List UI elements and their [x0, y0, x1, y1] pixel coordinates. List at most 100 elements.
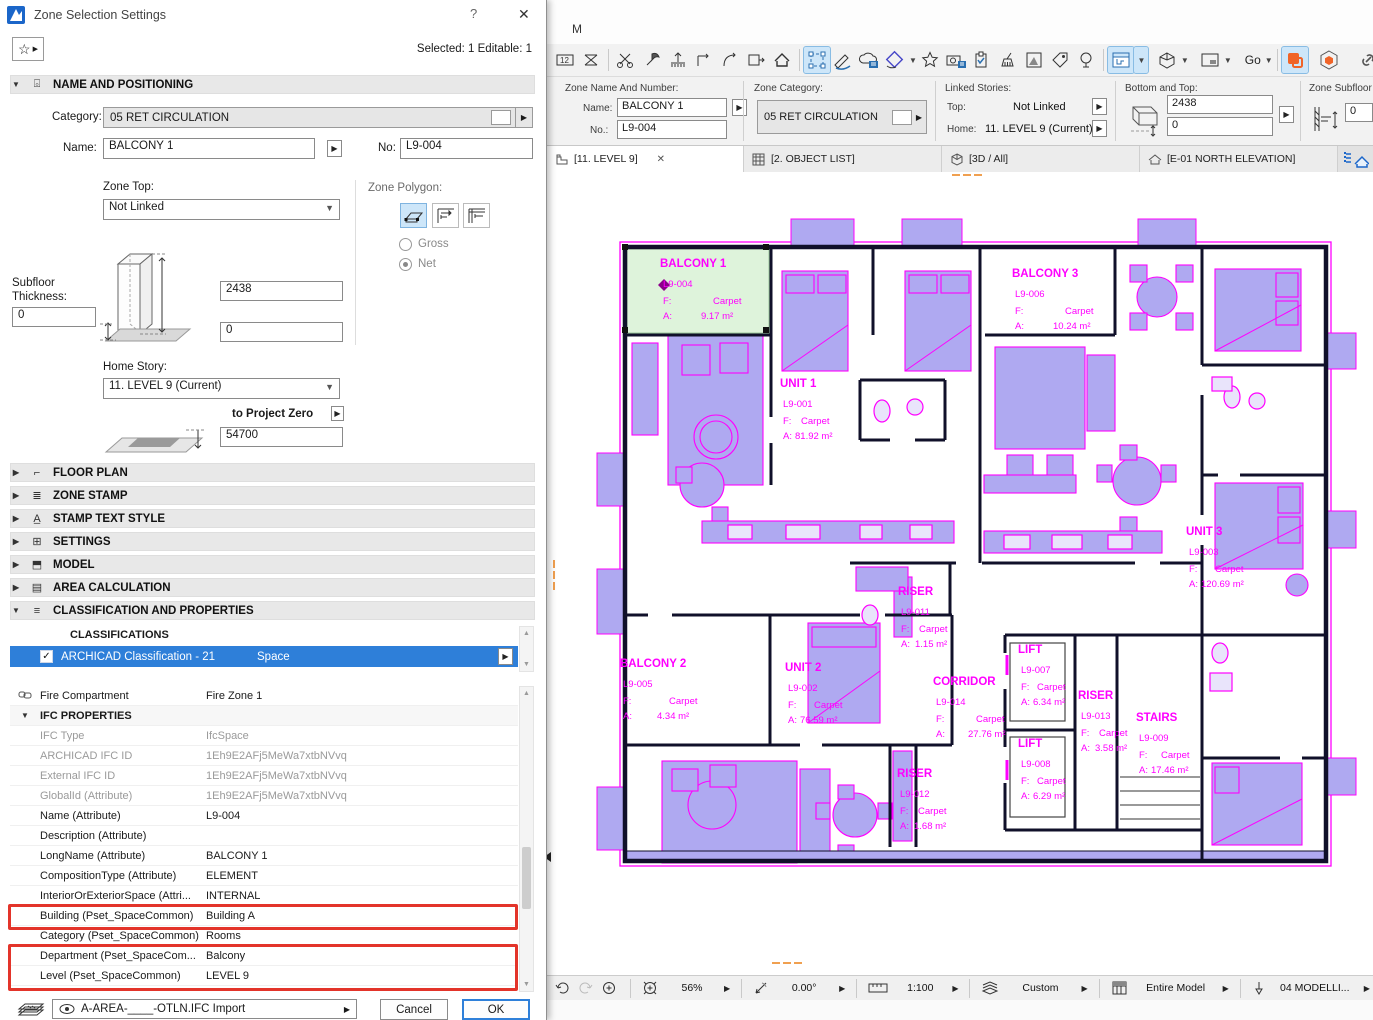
classification-scrollbar[interactable]: ▲▼	[519, 626, 534, 672]
stretch-icon[interactable]	[665, 47, 691, 73]
favorites-button[interactable]: ☆▶	[12, 37, 44, 61]
property-row[interactable]: GlobalId (Attribute)1Eh9E2AFj5MeWa7xtbNV…	[10, 786, 518, 806]
fillet-icon[interactable]	[717, 47, 743, 73]
trim-icon[interactable]	[691, 47, 717, 73]
ib-home-flyout[interactable]: ▶	[1092, 120, 1107, 137]
ib-bottom-top-flyout[interactable]: ▶	[1279, 106, 1294, 123]
property-row[interactable]: Description (Attribute)	[10, 826, 518, 846]
roof-home-icon[interactable]	[769, 47, 795, 73]
zone-category-flyout[interactable]: ▶	[912, 113, 926, 122]
view-tab[interactable]: [2. OBJECT LIST]	[744, 146, 942, 172]
palette-collapse-arrow[interactable]	[547, 852, 551, 862]
floor-plan-view-icon[interactable]	[1108, 47, 1134, 73]
property-row[interactable]: IFC TypeIfcSpace	[10, 726, 518, 746]
category-flyout[interactable]: ▶	[515, 108, 532, 127]
zone-stamp-l9-007[interactable]: LIFTL9-007F:CarpetA:6.34 m²	[1018, 644, 1066, 708]
ib-top-value[interactable]: Not Linked	[1013, 101, 1066, 113]
property-row[interactable]: Department (Pset_SpaceCom...Balcony	[10, 946, 518, 966]
layout-view-icon[interactable]	[1197, 47, 1223, 73]
broom-icon[interactable]	[995, 47, 1021, 73]
tab-close-icon[interactable]: ✕	[657, 154, 665, 165]
resize-icon[interactable]	[743, 47, 769, 73]
ib-no-input[interactable]: L9-004	[617, 120, 727, 139]
rotated-view-icon[interactable]	[882, 47, 908, 73]
property-row[interactable]: Name (Attribute)L9-004	[10, 806, 518, 826]
go-button[interactable]: Go	[1242, 53, 1264, 67]
property-row[interactable]: External IFC ID1Eh9E2AFj5MeWa7xtbNVvq	[10, 766, 518, 786]
zone-polygon-net-icon[interactable]	[463, 203, 490, 228]
classification-row[interactable]: ✓ ARCHICAD Classification - 21 Space	[10, 646, 518, 667]
category-combo[interactable]: 05 RET CIRCULATION ▶	[103, 107, 533, 128]
zoom-forward-icon[interactable]	[577, 980, 595, 996]
gross-radio[interactable]	[399, 238, 412, 251]
classification-checkbox[interactable]: ✓	[40, 650, 53, 663]
measure-tool-icon[interactable]: 12	[552, 47, 578, 73]
project-zero-input[interactable]: 54700	[220, 427, 343, 447]
section-settings[interactable]: ▶⊞SETTINGS	[10, 532, 535, 551]
section-classification-properties[interactable]: ▼ ≡ CLASSIFICATION AND PROPERTIES	[10, 601, 535, 620]
tree-object-icon[interactable]	[1073, 47, 1099, 73]
subfloor-input[interactable]: 0	[12, 307, 96, 327]
section-name-positioning[interactable]: ▼ ⌻ NAME AND POSITIONING	[10, 75, 535, 94]
layer-combo-flyout[interactable]: ▶	[344, 1005, 350, 1014]
name-flyout[interactable]: ▶	[327, 140, 342, 157]
pen-set-control[interactable]: 04 MODELLI...▶	[1246, 980, 1373, 996]
property-row[interactable]: Fire CompartmentFire Zone 1	[10, 686, 518, 706]
dialog-title-bar[interactable]: Zone Selection Settings	[0, 0, 546, 30]
zone-bottom-input[interactable]: 0	[220, 322, 343, 342]
marquee-shape-icon[interactable]	[578, 47, 604, 73]
clipboard-check-icon[interactable]	[969, 47, 995, 73]
help-button[interactable]: ?	[470, 6, 477, 21]
section-model[interactable]: ▶⬒MODEL	[10, 555, 535, 574]
rotated-view-dropdown[interactable]: ▼	[909, 56, 917, 65]
zone-stamp-l9-005[interactable]: BALCONY 2L9-005F:CarpetA:4.34 m²	[620, 658, 698, 722]
property-row[interactable]: LongName (Attribute)BALCONY 1	[10, 846, 518, 866]
section-area-calculation[interactable]: ▶▤AREA CALCULATION	[10, 578, 535, 597]
zone-polygon-3d-icon[interactable]	[400, 203, 427, 228]
layer-combination-control[interactable]: Custom▶	[975, 980, 1093, 996]
close-button[interactable]: ✕	[518, 6, 530, 23]
zone-stamp-l9-008[interactable]: LIFTL9-008F:CarpetA:6.29 m²	[1018, 738, 1066, 802]
ib-zone-category-combo[interactable]: 05 RET CIRCULATION ▶	[757, 100, 927, 134]
ib-subfloor-input[interactable]: 0	[1345, 103, 1373, 122]
model-filter-control[interactable]: Entire Model▶	[1105, 980, 1235, 996]
drawing-image-icon[interactable]	[1021, 47, 1047, 73]
label-tag-icon[interactable]	[1047, 47, 1073, 73]
view-tab[interactable]: [3D / All]	[942, 146, 1140, 172]
property-row[interactable]: Building (Pset_SpaceCommon)Building A	[10, 906, 518, 926]
bimcloud-icon[interactable]	[1316, 47, 1342, 73]
adjust-axe-icon[interactable]	[639, 47, 665, 73]
navigator-popup-icon[interactable]	[1343, 150, 1369, 168]
ib-bottom-offset-input[interactable]: 0	[1167, 117, 1273, 136]
classification-flyout[interactable]: ▶	[498, 648, 513, 665]
ib-name-flyout[interactable]: ▶	[732, 99, 747, 116]
zone-stamp-l9-013[interactable]: RISERL9-013F:CarpetA:3.58 m²	[1078, 690, 1128, 754]
zoom-control[interactable]: 56%▶	[636, 980, 736, 996]
cancel-button[interactable]: Cancel	[380, 999, 448, 1020]
layer-combo[interactable]: A-AREA-____-OTLN.IFC Import ▶	[52, 999, 357, 1019]
orientation-control[interactable]: 0.00°▶	[747, 980, 851, 996]
name-input[interactable]: BALCONY 1	[103, 138, 315, 159]
properties-scroll-thumb[interactable]	[522, 847, 531, 909]
zone-stamp-l9-006[interactable]: BALCONY 3L9-006F:CarpetA:10.24 m²	[1012, 268, 1094, 332]
property-row[interactable]: Category (Pset_SpaceCommon)Rooms	[10, 926, 518, 946]
ib-name-input[interactable]: BALCONY 1	[617, 98, 727, 117]
ok-button[interactable]: OK	[462, 999, 530, 1020]
3d-view-icon[interactable]	[1154, 47, 1180, 73]
project-zero-flyout[interactable]: ▶	[331, 406, 344, 421]
3d-view-dropdown[interactable]: ▼	[1181, 56, 1189, 65]
scale-control[interactable]: 1:100▶	[862, 981, 964, 995]
favorites-cloud-icon[interactable]	[856, 47, 882, 73]
view-tab[interactable]: [11. LEVEL 9]✕	[547, 146, 744, 172]
zone-stamp-l9-009[interactable]: STAIRSL9-009F:CarpetA:17.46 m²	[1136, 712, 1190, 776]
property-row[interactable]: Level (Pset_SpaceCommon)LEVEL 9	[10, 966, 518, 986]
properties-scrollbar[interactable]: ▲▼	[519, 686, 534, 992]
zone-polygon-gross-icon[interactable]	[432, 203, 459, 228]
property-row[interactable]: ARCHICAD IFC ID1Eh9E2AFj5MeWa7xtbNVvq	[10, 746, 518, 766]
zone-stamp-l9-014[interactable]: CORRIDORL9-014F:CarpetA:27.76 m²	[933, 676, 1006, 740]
ib-top-flyout[interactable]: ▶	[1092, 98, 1107, 115]
floor-plan-view-dropdown[interactable]: ▼	[1134, 47, 1148, 73]
property-row[interactable]: InteriorOrExteriorSpace (Attri...INTERNA…	[10, 886, 518, 906]
pickup-parameters-icon[interactable]	[830, 47, 856, 73]
section-stamp-text-style[interactable]: ▶A̲STAMP TEXT STYLE	[10, 509, 535, 528]
